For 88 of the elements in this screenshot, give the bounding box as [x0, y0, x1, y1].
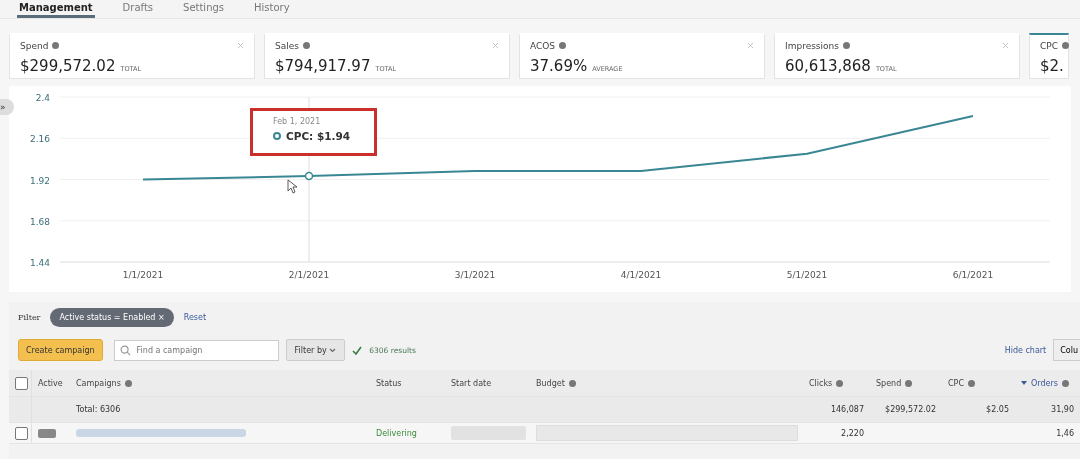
columns-button[interactable]: Colu	[1053, 339, 1080, 361]
info-icon	[1062, 42, 1069, 49]
column-label: Campaigns	[76, 378, 121, 388]
info-icon	[905, 379, 913, 387]
status-text: Delivering	[376, 428, 417, 438]
info-icon	[1061, 379, 1069, 387]
column-label: Spend	[876, 378, 902, 388]
metric-label: Spend	[20, 40, 49, 51]
column-header[interactable]: Orders	[1015, 370, 1080, 396]
toggle-switch[interactable]	[38, 428, 56, 438]
column-header[interactable]: Start date	[445, 370, 530, 396]
column-header[interactable]: Clicks	[803, 370, 870, 396]
filter-chip[interactable]: Active status = Enabled ×	[50, 307, 174, 327]
column-header[interactable]: Active	[32, 370, 70, 396]
search-field[interactable]: Find a campaign	[113, 339, 279, 361]
sort-caret-icon	[1021, 381, 1027, 385]
column-header[interactable]: Budget	[530, 370, 803, 396]
close-icon[interactable]	[1002, 42, 1009, 49]
metric-label: ACOS	[530, 40, 556, 51]
table-cell: 146,087	[830, 405, 864, 414]
table-cell: 2,220	[841, 428, 864, 438]
info-icon	[968, 379, 975, 387]
column-label: Status	[376, 378, 402, 388]
table-cell: 31,90	[1051, 405, 1074, 414]
x-axis-label: 2/1/2021	[288, 270, 330, 280]
y-axis-label: 2.4	[35, 93, 50, 103]
table-cell: $2.05	[986, 405, 1009, 414]
column-header[interactable]: Spend	[870, 370, 942, 396]
x-axis-label: 3/1/2021	[454, 270, 496, 280]
tooltip-value: CPC: $1.94	[286, 130, 351, 142]
y-axis-label: 1.44	[29, 258, 50, 268]
column-label: Clicks	[809, 378, 833, 388]
row-checkbox[interactable]	[15, 426, 28, 440]
column-label: CPC	[948, 378, 964, 388]
info-icon	[559, 42, 567, 49]
y-axis-label: 1.68	[29, 216, 50, 227]
budget-field[interactable]	[536, 425, 798, 441]
metric-value: $299,572.02	[20, 57, 116, 75]
metric-value: 37.69%	[530, 57, 588, 75]
close-icon[interactable]	[492, 42, 499, 49]
x-axis-label: 6/1/2021	[952, 270, 994, 280]
column-label: Start date	[451, 378, 492, 388]
x-axis-label: 4/1/2021	[620, 270, 662, 280]
hide-chart-link[interactable]: Hide chart	[1004, 345, 1047, 355]
data-point	[304, 171, 314, 181]
column-header[interactable]: CPC	[942, 370, 1015, 396]
check-icon	[352, 345, 363, 355]
info-icon	[52, 42, 60, 49]
column-label: Orders	[1031, 378, 1058, 388]
tooltip-date: Feb 1, 2021	[273, 117, 322, 126]
close-icon[interactable]	[237, 42, 244, 49]
y-axis-label: 1.92	[29, 175, 50, 186]
metric-value: $794,917.97	[275, 57, 371, 75]
metric-label: Sales	[275, 40, 299, 51]
tab[interactable]: Management	[17, 2, 95, 18]
info-icon	[568, 379, 576, 387]
info-icon	[124, 379, 132, 387]
info-icon	[842, 42, 850, 49]
metric-label: CPC	[1040, 40, 1058, 51]
y-axis-label: 2.16	[29, 134, 50, 145]
info-icon	[302, 42, 310, 49]
expand-handle[interactable]: »	[0, 99, 14, 115]
column-header[interactable]: Status	[370, 370, 445, 396]
create-campaign-button[interactable]: Create campaign	[18, 339, 103, 361]
tab[interactable]: Settings	[181, 2, 227, 18]
x-axis-label: 1/1/2021	[122, 270, 164, 280]
filter-by-dropdown[interactable]: Filter by	[285, 339, 346, 361]
select-all-checkbox[interactable]	[15, 376, 28, 390]
filter-label: Filter	[18, 312, 41, 322]
metric-label: Impressions	[785, 40, 839, 51]
info-icon	[836, 379, 844, 387]
metric-card[interactable]: CPC $2.	[1029, 33, 1069, 79]
reset-link[interactable]: Reset	[183, 312, 207, 322]
table-cell: 1,46	[1056, 428, 1074, 438]
series-dot-icon	[273, 132, 281, 140]
cursor-icon	[287, 179, 298, 194]
tab[interactable]: Drafts	[120, 2, 156, 18]
total-label: Total: 6306	[76, 405, 121, 414]
column-label: Budget	[536, 378, 565, 388]
close-icon[interactable]	[747, 42, 754, 49]
tab[interactable]: History	[252, 2, 292, 18]
x-axis-label: 5/1/2021	[786, 270, 828, 280]
column-header[interactable]: Campaigns	[70, 370, 370, 396]
caret-icon	[329, 347, 337, 353]
metric-value: $2.	[1040, 57, 1064, 75]
table-cell: $299,572.02	[885, 405, 936, 414]
column-label: Active	[38, 378, 63, 388]
metric-value: 60,613,868	[785, 57, 871, 75]
